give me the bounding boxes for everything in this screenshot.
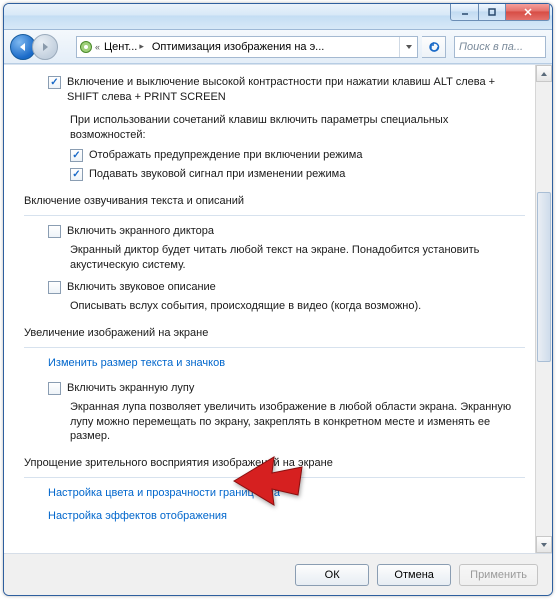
checkbox-label: Включение и выключение высокой контрастн… <box>67 75 525 105</box>
content-wrap: Включение и выключение высокой контрастн… <box>4 64 552 553</box>
search-placeholder: Поиск в па... <box>459 41 523 53</box>
apply-button[interactable]: Применить <box>459 564 538 586</box>
content-area: Включение и выключение высокой контрастн… <box>4 65 535 553</box>
maximize-button[interactable] <box>478 3 506 21</box>
group-narration-title: Включение озвучивания текста и описаний <box>24 194 525 209</box>
link-display-effects[interactable]: Настройка эффектов отображения <box>48 509 525 524</box>
close-button[interactable] <box>506 3 550 21</box>
nav-buttons <box>10 33 58 61</box>
checkbox-icon <box>70 149 83 162</box>
link-window-border-color[interactable]: Настройка цвета и прозрачности границ ок… <box>48 486 525 501</box>
combo-intro-text: При использовании сочетаний клавиш включ… <box>70 113 525 143</box>
scroll-thumb[interactable] <box>537 192 551 362</box>
checkbox-label: Включить экранного диктора <box>67 224 214 239</box>
checkbox-magnifier[interactable]: Включить экранную лупу <box>48 381 525 396</box>
minimize-button[interactable] <box>450 3 478 21</box>
cancel-button[interactable]: Отмена <box>377 564 451 586</box>
refresh-button[interactable] <box>422 36 446 58</box>
control-panel-icon <box>77 40 95 54</box>
checkbox-audio-description[interactable]: Включить звуковое описание <box>48 280 525 295</box>
breadcrumb-label: Оптимизация изображения на э... <box>152 41 324 53</box>
checkbox-play-sound[interactable]: Подавать звуковой сигнал при изменении р… <box>70 167 525 182</box>
scroll-track[interactable] <box>536 82 552 536</box>
audio-description-text: Описывать вслух события, происходящие в … <box>70 299 525 314</box>
separator <box>24 347 525 348</box>
checkbox-icon <box>48 382 61 395</box>
checkbox-narrator[interactable]: Включить экранного диктора <box>48 224 525 239</box>
checkbox-label: Включить звуковое описание <box>67 280 216 295</box>
button-label: Отмена <box>394 569 433 581</box>
breadcrumb-dropdown[interactable] <box>399 37 417 57</box>
chevron-right-icon: ▸ <box>139 41 144 52</box>
ok-button[interactable]: ОК <box>295 564 369 586</box>
checkbox-high-contrast[interactable]: Включение и выключение высокой контрастн… <box>48 75 525 105</box>
search-input[interactable]: Поиск в па... <box>454 36 546 58</box>
narrator-description: Экранный диктор будет читать любой текст… <box>70 243 525 273</box>
checkbox-icon <box>48 225 61 238</box>
breadcrumb-label: Цент... <box>104 41 137 53</box>
checkbox-label: Отображать предупреждение при включении … <box>89 148 362 163</box>
checkbox-show-warning[interactable]: Отображать предупреждение при включении … <box>70 148 525 163</box>
breadcrumb-seg-1[interactable]: Цент... ▸ <box>100 41 148 53</box>
magnifier-description: Экранная лупа позволяет увеличить изобра… <box>70 400 525 445</box>
group-simplify-title: Упрощение зрительного восприятия изображ… <box>24 456 525 471</box>
button-label: ОК <box>325 569 340 581</box>
button-label: Применить <box>470 569 527 581</box>
link-resize-text-icons[interactable]: Изменить размер текста и значков <box>48 356 525 371</box>
window-frame: « Цент... ▸ Оптимизация изображения на э… <box>3 3 553 596</box>
checkbox-icon <box>48 76 61 89</box>
scrollbar[interactable] <box>535 65 552 553</box>
window-buttons <box>450 3 550 21</box>
scroll-down-button[interactable] <box>536 536 552 553</box>
navbar: « Цент... ▸ Оптимизация изображения на э… <box>4 30 552 64</box>
forward-button[interactable] <box>32 34 58 60</box>
checkbox-label: Включить экранную лупу <box>67 381 194 396</box>
breadcrumb[interactable]: « Цент... ▸ Оптимизация изображения на э… <box>76 36 418 58</box>
separator <box>24 215 525 216</box>
checkbox-icon <box>70 168 83 181</box>
footer: ОК Отмена Применить <box>4 553 552 595</box>
titlebar <box>4 4 552 30</box>
group-magnify-title: Увеличение изображений на экране <box>24 326 525 341</box>
scroll-up-button[interactable] <box>536 65 552 82</box>
separator <box>24 477 525 478</box>
checkbox-icon <box>48 281 61 294</box>
breadcrumb-seg-2[interactable]: Оптимизация изображения на э... <box>148 41 328 53</box>
checkbox-label: Подавать звуковой сигнал при изменении р… <box>89 167 345 182</box>
